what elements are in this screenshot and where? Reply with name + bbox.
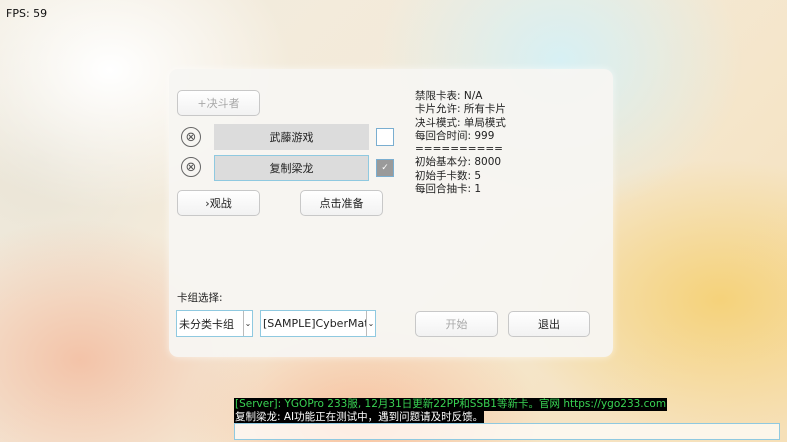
card-allowed-info: 卡片允许: 所有卡片 xyxy=(415,103,506,116)
player-slot-1: 武藤游戏 xyxy=(214,124,369,150)
start-button[interactable]: 开始 xyxy=(415,311,498,337)
player-1-ready-checkbox xyxy=(376,128,394,146)
ready-button[interactable]: 点击准备 xyxy=(300,190,383,216)
deck-select-label: 卡组选择: xyxy=(177,292,223,304)
banlist-info: 禁限卡表: N/A xyxy=(415,90,483,102)
deck-category-value: 未分类卡组 xyxy=(179,317,234,331)
kick-player-1-icon[interactable]: ⊗ xyxy=(181,127,201,147)
exit-button[interactable]: 退出 xyxy=(508,311,590,337)
duel-mode-info: 决斗模式: 单局模式 xyxy=(415,116,506,129)
kick-player-2-icon[interactable]: ⊗ xyxy=(181,157,201,177)
deck-category-select[interactable]: 未分类卡组 ⌄ xyxy=(176,310,253,337)
chevron-down-icon: ⌄ xyxy=(243,311,252,336)
watch-button[interactable]: ›观战 xyxy=(177,190,260,216)
deck-value: [SAMPLE]CyberMata xyxy=(263,317,366,330)
fps-counter: FPS: 59 xyxy=(6,7,48,20)
chat-input[interactable] xyxy=(234,423,780,440)
turn-time-info: 每回合时间: 999 xyxy=(415,129,495,142)
deck-select[interactable]: [SAMPLE]CyberMata ⌄ xyxy=(260,310,376,337)
player-slot-2: 复制梁龙 xyxy=(214,155,369,181)
draw-count-info: 每回合抽卡: 1 xyxy=(415,183,482,196)
start-hand-info: 初始手卡数: 5 xyxy=(415,169,482,182)
chevron-down-icon: ⌄ xyxy=(366,311,375,336)
join-duelist-button[interactable]: +决斗者 xyxy=(177,90,260,116)
info-separator: ========== xyxy=(415,143,503,156)
player-2-ready-checkbox[interactable]: ✓ xyxy=(376,159,394,177)
chat-line-server: [Server]: YGOPro 233服, 12月31日更新22PP和SSB1… xyxy=(234,398,668,411)
check-icon: ✓ xyxy=(381,163,389,173)
start-lp-info: 初始基本分: 8000 xyxy=(415,156,502,169)
room-info: 禁限卡表: N/A 卡片允许: 所有卡片 决斗模式: 单局模式 每回合时间: 9… xyxy=(415,90,506,196)
